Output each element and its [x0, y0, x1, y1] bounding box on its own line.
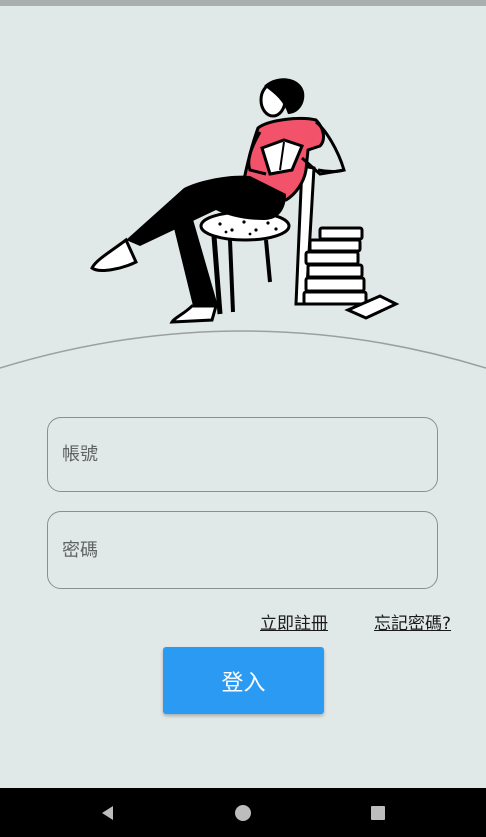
status-bar: [0, 0, 486, 6]
register-link[interactable]: 立即註冊: [260, 609, 328, 634]
password-input[interactable]: [47, 511, 438, 589]
back-icon[interactable]: [78, 788, 138, 837]
account-input[interactable]: [47, 417, 438, 492]
forgot-password-link[interactable]: 忘記密碼?: [374, 609, 451, 634]
home-icon[interactable]: [213, 788, 273, 837]
navigation-bar: [0, 788, 486, 837]
person-reading-illustration: [90, 78, 400, 324]
login-button[interactable]: 登入: [163, 647, 324, 714]
hill-curve: [0, 330, 486, 369]
recents-icon[interactable]: [348, 788, 408, 837]
